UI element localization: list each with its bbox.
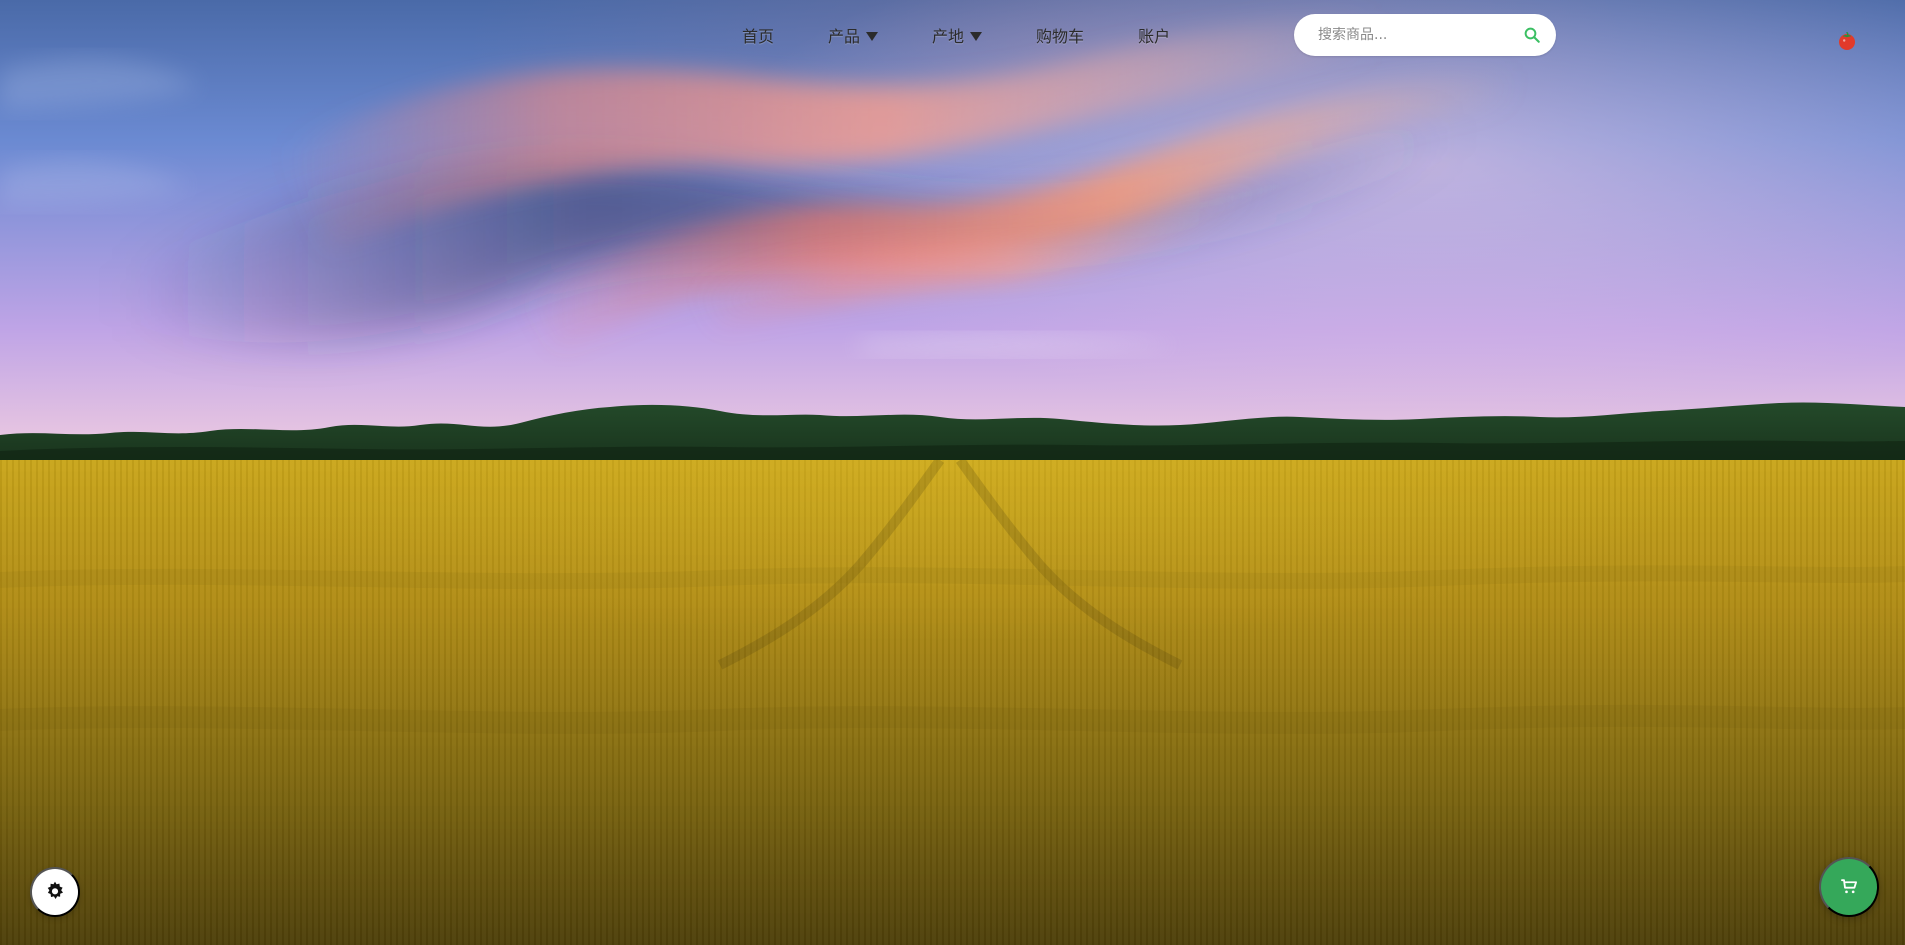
search-icon[interactable] xyxy=(1522,25,1542,45)
nav-account-label: 账户 xyxy=(1138,27,1171,46)
nav-home[interactable]: 首页 xyxy=(742,23,774,47)
nav-account[interactable]: 账户 xyxy=(1138,23,1170,47)
cart-button[interactable] xyxy=(1819,857,1879,917)
hero-background xyxy=(0,0,1905,945)
top-navigation: 首页 产品 产地 购物车 账户 xyxy=(0,0,1905,70)
wheat-field xyxy=(0,460,1905,945)
search-input[interactable] xyxy=(1316,26,1522,44)
search-box xyxy=(1294,14,1556,56)
nav-products[interactable]: 产品 xyxy=(828,23,879,47)
tomato-icon[interactable] xyxy=(1835,28,1859,52)
gear-icon xyxy=(43,879,67,906)
nav-home-label: 首页 xyxy=(742,27,775,46)
nav-origin[interactable]: 产地 xyxy=(932,23,983,47)
main-nav: 首页 产品 产地 购物车 账户 xyxy=(742,23,1170,47)
settings-button[interactable] xyxy=(30,867,80,917)
caret-down-icon xyxy=(866,31,879,41)
nav-cart-label: 购物车 xyxy=(1036,27,1085,46)
nav-cart[interactable]: 购物车 xyxy=(1036,23,1084,47)
nav-products-label: 产品 xyxy=(828,27,861,46)
caret-down-icon xyxy=(970,31,983,41)
page: 首页 产品 产地 购物车 账户 xyxy=(0,0,1905,945)
nav-origin-label: 产地 xyxy=(932,27,965,46)
cart-icon xyxy=(1839,876,1859,899)
